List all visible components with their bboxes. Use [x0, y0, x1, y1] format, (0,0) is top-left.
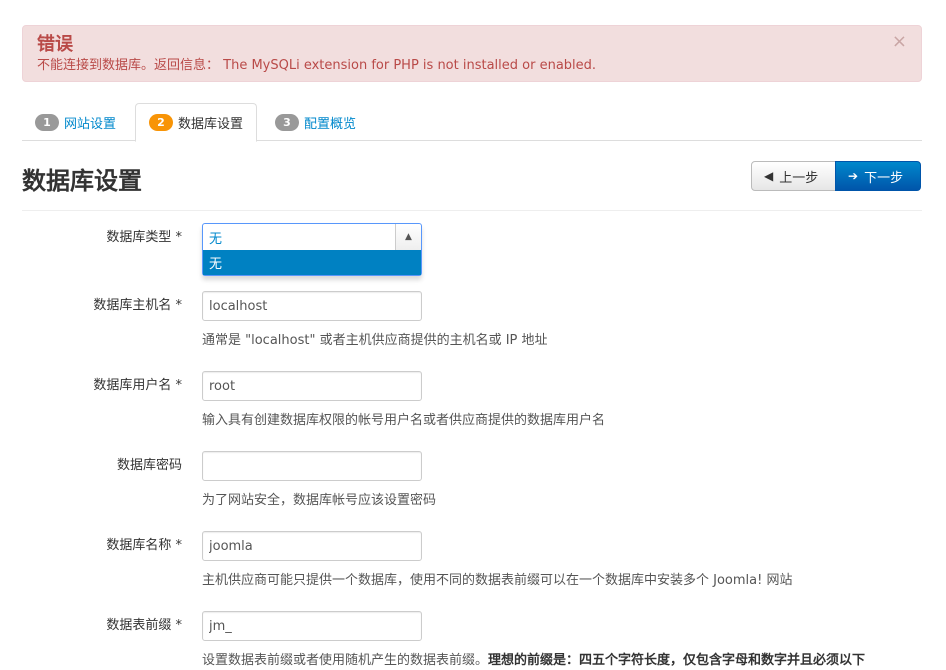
db-user-help: 输入具有创建数据库权限的帐号用户名或者供应商提供的数据库用户名 — [202, 413, 606, 428]
db-type-selected[interactable]: 无 ▲ — [203, 224, 421, 250]
alert-message: 不能连接到数据库。返回信息： The MySQLi extension for … — [37, 58, 597, 73]
db-type-select[interactable]: 无 ▲ 无 — [202, 223, 422, 276]
db-name-input[interactable] — [202, 531, 422, 561]
db-prefix-help-text: 设置数据表前缀或者使用随机产生的数据表前缀。 — [202, 653, 489, 668]
tab-label: 数据库设置 — [178, 117, 244, 132]
db-type-value: 无 — [209, 231, 223, 247]
db-prefix-help: 设置数据表前缀或者使用随机产生的数据表前缀。理想的前缀是：四五个字符长度，仅包含… — [202, 652, 865, 670]
db-user-input[interactable] — [202, 371, 422, 401]
arrow-left-icon: ◀ — [764, 169, 774, 183]
tab-site-config[interactable]: 1 网站设置 — [22, 103, 129, 141]
error-alert: 错误 不能连接到数据库。返回信息： The MySQLi extension f… — [22, 25, 922, 82]
db-name-label: 数据库名称 * — [106, 538, 182, 553]
db-password-help: 为了网站安全，数据库帐号应该设置密码 — [202, 493, 437, 508]
alert-title: 错误 — [37, 34, 73, 55]
close-icon[interactable]: × — [892, 32, 907, 52]
db-host-label: 数据库主机名 * — [93, 298, 182, 313]
tab-label: 配置概览 — [304, 116, 357, 132]
tab-overview[interactable]: 3 配置概览 — [262, 103, 369, 141]
db-prefix-help-bold: 理想的前缀是：四五个字符长度，仅包含字母和数字并且必须以下 — [488, 653, 866, 668]
previous-label: 上一步 — [779, 170, 819, 186]
db-user-label: 数据库用户名 * — [93, 378, 182, 393]
install-steps-tabs: 1 网站设置 2 数据库设置 3 配置概览 — [22, 103, 922, 142]
divider — [22, 210, 922, 211]
step-badge: 1 — [35, 113, 59, 131]
step-badge: 2 — [149, 114, 173, 131]
previous-button[interactable]: ◀ 上一步 — [751, 161, 836, 191]
page-title: 数据库设置 — [22, 167, 142, 195]
db-prefix-input[interactable] — [202, 611, 422, 641]
arrow-right-icon: ➔ — [848, 169, 859, 183]
next-label: 下一步 — [864, 170, 904, 186]
db-type-label: 数据库类型 * — [106, 230, 182, 245]
nav-button-group: ◀ 上一步 ➔ 下一步 — [751, 161, 921, 191]
step-badge: 3 — [275, 113, 299, 131]
tab-label: 网站设置 — [64, 116, 117, 132]
tab-database-config[interactable]: 2 数据库设置 — [135, 103, 258, 142]
db-prefix-label: 数据表前缀 * — [106, 618, 182, 633]
next-button[interactable]: ➔ 下一步 — [835, 161, 921, 191]
caret-up-icon[interactable]: ▲ — [395, 224, 421, 250]
db-password-label: 数据库密码 — [116, 458, 182, 473]
db-type-option[interactable]: 无 — [203, 250, 421, 275]
db-host-help: 通常是 "localhost" 或者主机供应商提供的主机名或 IP 地址 — [202, 333, 548, 348]
db-password-input[interactable] — [202, 451, 422, 481]
db-name-help: 主机供应商可能只提供一个数据库，使用不同的数据表前缀可以在一个数据库中安装多个 … — [202, 573, 793, 588]
db-host-input[interactable] — [202, 291, 422, 321]
